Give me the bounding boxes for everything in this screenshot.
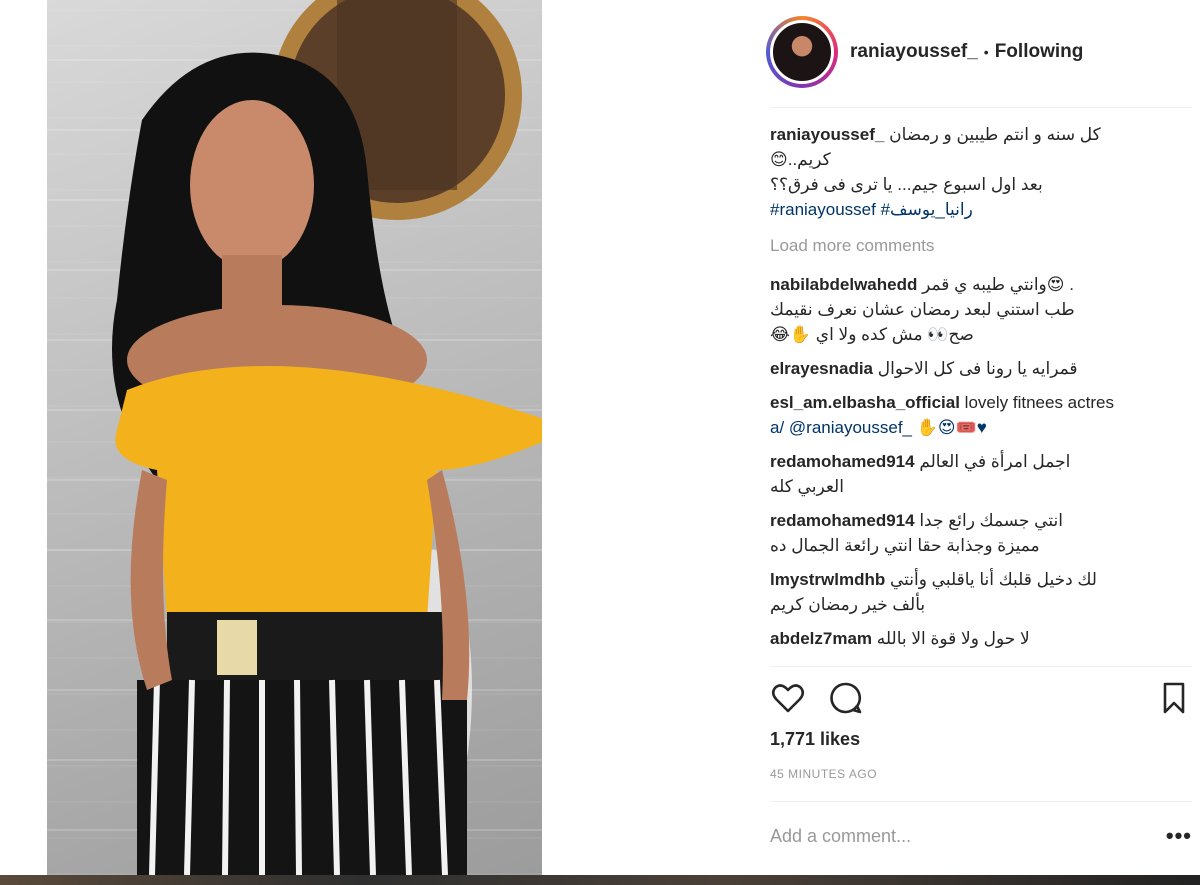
avatar-story-ring[interactable] (766, 16, 838, 88)
bottom-background-strip (0, 875, 1200, 885)
header-divider (770, 107, 1192, 108)
comment-item: abdelz7mam لا حول ولا قوة الا بالله (770, 626, 1190, 651)
load-more-comments-button[interactable]: Load more comments (770, 233, 1190, 258)
add-comment-input[interactable]: Add a comment... (770, 826, 911, 847)
comment-text: مميزة وجذابة حقا انتي رائعة الجمال ده (770, 536, 1040, 555)
header-username-link[interactable]: raniayoussef_ (850, 41, 978, 63)
actions-divider (770, 666, 1192, 667)
header-separator: • (983, 44, 989, 60)
comment-text: وانتي طيبه ي قمر😍 . (922, 275, 1074, 294)
comment-text: انتي جسمك رائع جدا (919, 511, 1063, 530)
caption-username-link[interactable]: raniayoussef_ (770, 125, 884, 144)
caption-line: كل سنه و انتم طيبين و رمضان (889, 125, 1101, 144)
comment-text: قمرايه يا رونا فى كل الاحوال (877, 359, 1078, 378)
post-photo-illustration (47, 0, 542, 875)
speech-bubble-icon[interactable] (828, 680, 864, 716)
post-header: raniayoussef_ • Following (762, 14, 1192, 90)
post-photo[interactable] (47, 0, 542, 875)
comment-item: esl_am.elbasha_official lovely fitnees a… (770, 390, 1190, 440)
post-actions-bar (770, 680, 1192, 716)
add-comment-row: Add a comment... ••• (770, 822, 1192, 850)
comment-input-divider (770, 801, 1192, 802)
comment-text: العربي كله (770, 477, 844, 496)
comment-item: elrayesnadia قمرايه يا رونا فى كل الاحوا… (770, 356, 1190, 381)
comment-username-link[interactable]: redamohamed914 (770, 511, 915, 530)
more-options-button[interactable]: ••• (1166, 823, 1192, 849)
comment-item: redamohamed914 انتي جسمك رائع جدا مميزة … (770, 508, 1190, 558)
avatar[interactable] (770, 20, 834, 84)
following-button[interactable]: Following (995, 41, 1084, 63)
comment-username-link[interactable]: abdelz7mam (770, 629, 872, 648)
comment-text: 😂✋ صح👀 مش كده ولا اي (770, 325, 974, 344)
comment-text: بألف خير رمضان كريم (770, 595, 926, 614)
comment-text: لك دخيل قلبك أنا ياقلبي وأنتي (889, 570, 1097, 589)
comment-text: lovely fitnees actres (964, 393, 1114, 412)
comment-mention-text[interactable]: a/ @raniayoussef_ ✋😍🎟️♥ (770, 415, 1190, 440)
comment-username-link[interactable]: lmystrwlmdhb (770, 570, 885, 589)
post-sidebar: raniayoussef_ • Following raniayoussef_ … (762, 0, 1200, 875)
caption-line: بعد اول اسبوع جيم... يا ترى فى فرق؟؟ (770, 175, 1043, 194)
comment-item: nabilabdelwahedd وانتي طيبه ي قمر😍 . طب … (770, 272, 1190, 347)
caption-hashtags-link[interactable]: #raniayoussef #رانيا_يوسف (770, 197, 1190, 222)
heart-icon[interactable] (770, 680, 806, 716)
comment-text: طب استني لبعد رمضان عشان نعرف نقيمك (770, 300, 1075, 319)
comment-text: اجمل امرأة في العالم (919, 452, 1071, 471)
comment-item: redamohamed914 اجمل امرأة في العالم العر… (770, 449, 1190, 499)
comment-username-link[interactable]: esl_am.elbasha_official (770, 393, 960, 412)
bookmark-icon[interactable] (1156, 680, 1192, 716)
likes-count[interactable]: 1,771 likes (770, 729, 860, 750)
comment-username-link[interactable]: redamohamed914 (770, 452, 915, 471)
comment-item: lmystrwlmdhb لك دخيل قلبك أنا ياقلبي وأن… (770, 567, 1190, 617)
post-timestamp[interactable]: 45 MINUTES AGO (770, 767, 877, 781)
comments-section[interactable]: raniayoussef_ كل سنه و انتم طيبين و رمضا… (770, 122, 1190, 664)
comment-text: لا حول ولا قوة الا بالله (876, 629, 1030, 648)
caption: raniayoussef_ كل سنه و انتم طيبين و رمضا… (770, 122, 1190, 222)
comment-username-link[interactable]: elrayesnadia (770, 359, 873, 378)
caption-line: كريم..😊 (770, 150, 831, 169)
comment-username-link[interactable]: nabilabdelwahedd (770, 275, 917, 294)
